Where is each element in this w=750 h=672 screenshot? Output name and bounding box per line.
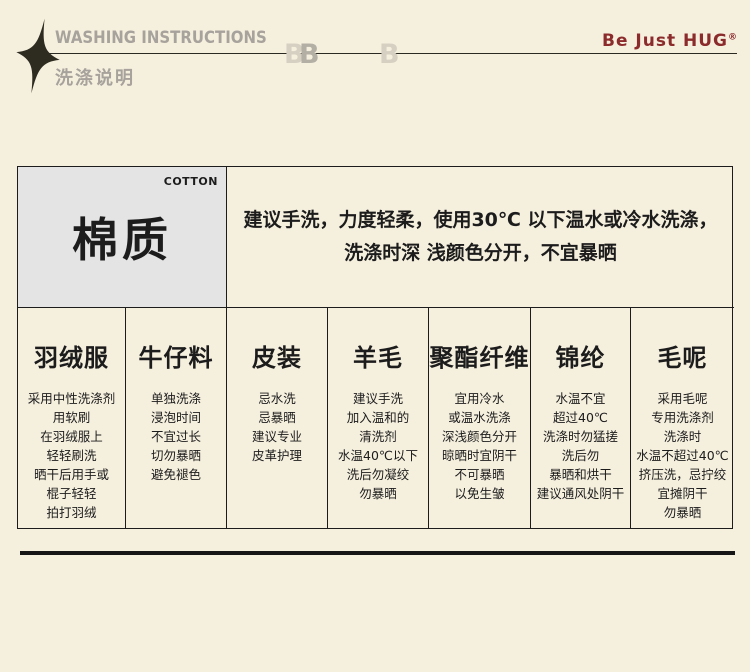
fabric-instructions: 单独洗涤浸泡时间不宜过长切勿暴晒避免褪色 [126,389,226,484]
care-line: 不宜过长 [126,427,226,446]
care-line: 挤压洗，忌拧绞 [631,465,734,484]
care-line: 洗后勿 [531,446,630,465]
care-line: 建议专业 [227,427,327,446]
fabric-column: 羊毛 建议手洗加入温和的清洗剂水温40℃以下洗后勿凝绞勿暴晒 [328,307,429,529]
cotton-advice-line1: 建议手洗，力度轻柔，使用30℃ 以下温水或冷水洗涤， [243,204,717,237]
care-line: 浸泡时间 [126,408,226,427]
care-line: 超过40℃ [531,408,630,427]
care-line: 采用毛呢 [631,389,734,408]
care-line: 勿暴晒 [328,484,428,503]
care-line: 暴晒和烘干 [531,465,630,484]
care-line: 水温不宜 [531,389,630,408]
fabric-instructions: 建议手洗加入温和的清洗剂水温40℃以下洗后勿凝绞勿暴晒 [328,389,428,503]
cotton-label-en: COTTON [164,175,218,188]
watermark-b-icon: B [379,41,400,68]
care-line: 用软刷 [18,408,125,427]
care-line: 切勿暴晒 [126,446,226,465]
fabric-column: 羽绒服 采用中性洗涤剂用软刷在羽绒服上轻轻刷洗晒干后用手或棍子轻轻拍打羽绒 [18,307,126,529]
fabric-instructions: 采用毛呢专用洗涤剂洗涤时水温不超过40℃挤压洗，忌拧绞宜摊阴干勿暴晒 [631,389,734,522]
washing-instructions-page: WASHING INSTRUCTIONS 洗涤说明 Be Just HUG® B… [0,0,750,672]
cotton-advice-cell: 建议手洗，力度轻柔，使用30℃ 以下温水或冷水洗涤， 洗涤时深 浅颜色分开，不宜… [227,167,734,307]
care-line: 轻轻刷洗 [18,446,125,465]
fabric-column: 聚酯纤维 宜用冷水或温水洗涤深浅颜色分开晾晒时宜阴干不可暴晒以免生皱 [429,307,531,529]
page-title-en: WASHING INSTRUCTIONS [55,28,267,48]
care-line: 建议通风处阴干 [531,484,630,503]
bottom-rule [20,551,735,555]
care-line: 拍打羽绒 [18,503,125,522]
cotton-header-cell: COTTON 棉质 [18,167,227,307]
care-table: COTTON 棉质 建议手洗，力度轻柔，使用30℃ 以下温水或冷水洗涤， 洗涤时… [17,166,733,529]
care-line: 建议手洗 [328,389,428,408]
care-line: 皮革护理 [227,446,327,465]
page-title-zh: 洗涤说明 [55,64,135,90]
care-line: 忌水洗 [227,389,327,408]
care-line: 清洗剂 [328,427,428,446]
care-line: 专用洗涤剂 [631,408,734,427]
fabric-column: 皮装 忌水洗忌暴晒建议专业皮革护理 [227,307,328,529]
care-line: 单独洗涤 [126,389,226,408]
brand-logo-text: Be Just HUG [602,31,728,51]
fabric-name: 锦纶 [531,338,630,373]
care-line: 晒干后用手或 [18,465,125,484]
care-line: 以免生皱 [429,484,530,503]
care-line: 洗涤时勿猛搓 [531,427,630,446]
care-line: 采用中性洗涤剂 [18,389,125,408]
fabric-name: 羽绒服 [18,338,125,373]
care-line: 或温水洗涤 [429,408,530,427]
cotton-label-zh: 棉质 [72,204,172,270]
care-line: 晾晒时宜阴干 [429,446,530,465]
care-line: 忌暴晒 [227,408,327,427]
care-line: 洗后勿凝绞 [328,465,428,484]
fabric-name: 牛仔料 [126,338,226,373]
care-line: 深浅颜色分开 [429,427,530,446]
care-line: 水温40℃以下 [328,446,428,465]
care-line: 在羽绒服上 [18,427,125,446]
care-line: 宜摊阴干 [631,484,734,503]
care-line: 水温不超过40℃ [631,446,734,465]
fabric-instructions: 采用中性洗涤剂用软刷在羽绒服上轻轻刷洗晒干后用手或棍子轻轻拍打羽绒 [18,389,125,522]
fabric-column: 锦纶 水温不宜超过40℃洗涤时勿猛搓洗后勿暴晒和烘干建议通风处阴干 [531,307,631,529]
fabric-instructions: 宜用冷水或温水洗涤深浅颜色分开晾晒时宜阴干不可暴晒以免生皱 [429,389,530,503]
care-line: 避免褪色 [126,465,226,484]
fabric-name: 皮装 [227,338,327,373]
care-line: 不可暴晒 [429,465,530,484]
care-line: 勿暴晒 [631,503,734,522]
registered-mark: ® [728,32,738,42]
cotton-advice-line2: 洗涤时深 浅颜色分开，不宜暴晒 [344,237,617,270]
fabric-column: 毛呢 采用毛呢专用洗涤剂洗涤时水温不超过40℃挤压洗，忌拧绞宜摊阴干勿暴晒 [631,307,734,529]
fabric-name: 聚酯纤维 [429,338,530,373]
care-line: 棍子轻轻 [18,484,125,503]
watermark-b-icon: B [299,41,320,68]
fabric-instructions: 忌水洗忌暴晒建议专业皮革护理 [227,389,327,465]
care-line: 宜用冷水 [429,389,530,408]
care-line: 洗涤时 [631,427,734,446]
fabric-name: 羊毛 [328,338,428,373]
brand-logo: Be Just HUG® [602,31,738,51]
fabric-instructions: 水温不宜超过40℃洗涤时勿猛搓洗后勿暴晒和烘干建议通风处阴干 [531,389,630,503]
fabric-column: 牛仔料 单独洗涤浸泡时间不宜过长切勿暴晒避免褪色 [126,307,227,529]
care-line: 加入温和的 [328,408,428,427]
fabric-name: 毛呢 [631,338,734,373]
